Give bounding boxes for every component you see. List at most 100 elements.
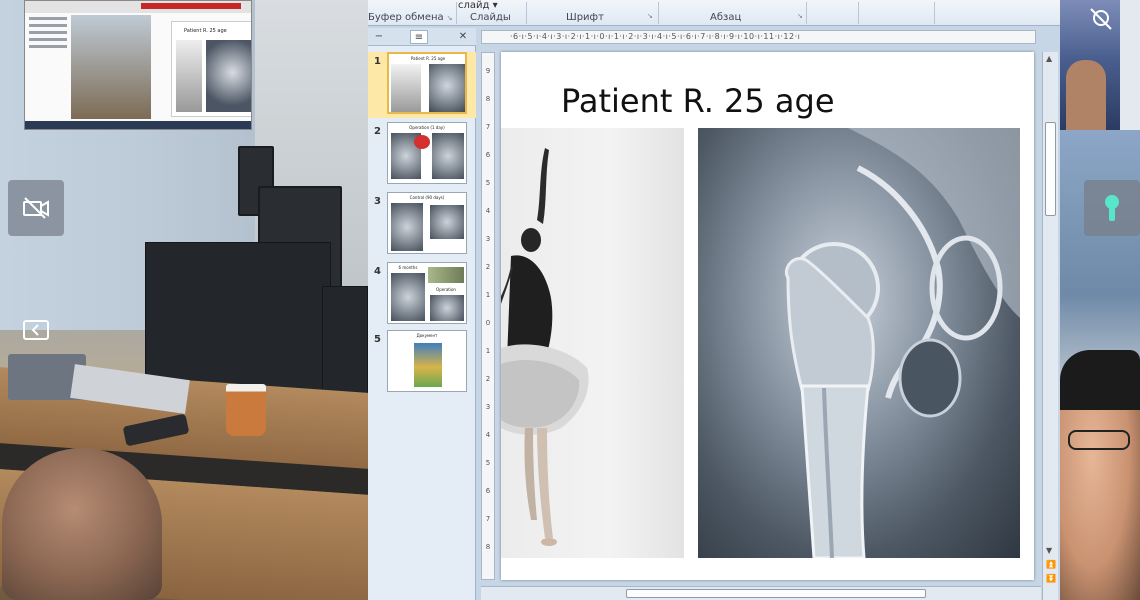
femur-xray-drawing xyxy=(785,128,1020,558)
slide-thumbnail-2[interactable]: 2 Operation (1 day) xyxy=(368,122,476,188)
scroll-down-icon[interactable]: ▼ xyxy=(1046,546,1052,555)
slide-preview-title: Patient R. 25 age xyxy=(410,56,446,61)
ribbon-separator xyxy=(456,2,457,24)
ribbon-slide-dropdown[interactable]: слайд ▾ xyxy=(458,0,498,11)
thumbnail-camera-view xyxy=(71,15,151,119)
vertical-ruler-mark: 8 xyxy=(485,95,491,103)
slide-thumbnail-5[interactable]: 5 Документ xyxy=(368,330,476,396)
computer-tower-2 xyxy=(322,286,368,396)
slides-panel: − ≡ ✕ 1 Patient R. 25 age 2 Operation (1… xyxy=(368,28,476,600)
outline-tab-icon[interactable]: ≡ xyxy=(410,30,428,44)
right-edge-strip xyxy=(1120,0,1140,130)
slide-number: 5 xyxy=(374,334,381,345)
panel-tabs: − ≡ ✕ xyxy=(368,28,476,46)
keyhole-icon xyxy=(1105,195,1119,221)
thumbnail-sidebar-lines xyxy=(29,17,67,52)
vertical-ruler-mark: 5 xyxy=(485,459,491,467)
thumbnail-slide: Patient R. 25 age xyxy=(171,21,251,117)
security-button[interactable] xyxy=(1084,180,1140,236)
ribbon-separator xyxy=(806,2,807,24)
horizontal-scrollbar[interactable] xyxy=(481,586,1041,600)
person-head xyxy=(2,448,162,600)
xray-thumbnail xyxy=(432,133,464,179)
slide-preview-caption: Operation xyxy=(436,287,456,292)
marker-icon xyxy=(414,135,430,149)
participant-arm xyxy=(1066,60,1106,130)
slides-tab-icon[interactable]: − xyxy=(370,30,388,44)
vertical-ruler-mark: 1 xyxy=(485,347,491,355)
vertical-ruler-mark: 6 xyxy=(485,487,491,495)
xray-thumbnail xyxy=(391,203,423,251)
slide-number: 4 xyxy=(374,266,381,277)
slide-canvas[interactable]: Patient R. 25 age xyxy=(501,52,1034,580)
slide-preview: Документ xyxy=(387,330,467,392)
ribbon-group-paragraph: Абзац xyxy=(710,12,742,23)
screen-share-thumbnail[interactable]: Patient R. 25 age xyxy=(24,0,252,130)
ribbon-separator xyxy=(858,2,859,24)
horizontal-scroll-thumb[interactable] xyxy=(626,589,926,598)
slide-title[interactable]: Patient R. 25 age xyxy=(561,82,835,120)
slide-preview: Operation (1 day) xyxy=(387,122,467,184)
dialog-launcher-icon[interactable]: ↘ xyxy=(447,14,453,22)
slide-preview: Patient R. 25 age xyxy=(387,52,467,114)
slide-preview-title: 6 months xyxy=(398,265,418,270)
vertical-ruler-mark: 0 xyxy=(485,319,491,327)
slide-thumbnail-4[interactable]: 4 6 months Operation xyxy=(368,262,476,328)
vertical-ruler-mark: 4 xyxy=(485,207,491,215)
vertical-ruler: 9 8 7 6 5 4 3 2 1 0 1 2 3 4 5 6 7 8 xyxy=(481,52,495,580)
horizontal-ruler-scale: ·6·ı·5·ı·4·ı·3·ı·2·ı·1·ı·0·ı·1·ı·2·ı·3·ı… xyxy=(510,32,801,41)
previous-slide-icon[interactable]: ⏫ xyxy=(1046,560,1056,569)
slide-preview-title: Документ xyxy=(416,333,438,338)
vertical-scroll-thumb[interactable] xyxy=(1045,122,1056,216)
horizontal-ruler: ·6·ı·5·ı·4·ı·3·ı·2·ı·1·ı·0·ı·1·ı·2·ı·3·ı… xyxy=(481,30,1036,44)
camera-off-button[interactable] xyxy=(8,180,64,236)
dialog-launcher-icon[interactable]: ↘ xyxy=(647,12,653,20)
next-slide-icon[interactable]: ⏬ xyxy=(1046,574,1056,583)
thumbnail-xray-image xyxy=(206,40,251,112)
ribbon-group-slides: Слайды xyxy=(470,12,511,23)
ribbon-separator xyxy=(526,2,527,24)
close-icon[interactable]: ✕ xyxy=(454,30,472,44)
ribbon-group-clipboard: Буфер обмена ↘ xyxy=(368,12,453,23)
dialog-launcher-icon[interactable]: ↘ xyxy=(797,12,803,20)
hip-xray-image[interactable] xyxy=(698,128,1020,558)
painting-thumbnail xyxy=(414,343,442,387)
thumbnail-red-banner xyxy=(141,3,241,9)
vertical-scrollbar[interactable]: ▲ ▼ ⏫ ⏬ xyxy=(1042,52,1058,600)
ribbon-separator xyxy=(658,2,659,24)
video-conference-screen: Patient R. 25 age слайд ▾ Буфер обмена ↘ … xyxy=(0,0,1140,600)
vertical-ruler-mark: 6 xyxy=(485,151,491,159)
vertical-ruler-mark: 5 xyxy=(485,179,491,187)
slide-thumbnail-3[interactable]: 3 Control (90 days) xyxy=(368,192,476,258)
ribbon-group-font: Шрифт xyxy=(566,12,604,23)
vertical-ruler-mark: 3 xyxy=(485,235,491,243)
dancer-silhouette xyxy=(501,148,589,546)
powerpoint-window: слайд ▾ Буфер обмена ↘ Слайды Шрифт ↘ Абз… xyxy=(368,0,1060,600)
slide-preview-title: Control (90 days) xyxy=(409,195,445,200)
thumbnail-dancer-image xyxy=(176,40,202,112)
collapse-left-icon xyxy=(23,320,49,340)
xray-thumbnail xyxy=(429,64,465,112)
scroll-up-icon[interactable]: ▲ xyxy=(1046,54,1052,63)
collapse-panel-button[interactable] xyxy=(8,302,64,358)
vertical-ruler-mark: 3 xyxy=(485,403,491,411)
participant-status-icon xyxy=(1090,8,1112,30)
vertical-ruler-mark: 7 xyxy=(485,123,491,131)
slide-number: 2 xyxy=(374,126,381,137)
xray-thumbnail xyxy=(430,205,464,239)
slide-thumbnail-1[interactable]: 1 Patient R. 25 age xyxy=(368,52,476,118)
thumbnail-slide-title: Patient R. 25 age xyxy=(184,28,227,34)
slide-preview: Control (90 days) xyxy=(387,192,467,254)
ribbon: слайд ▾ Буфер обмена ↘ Слайды Шрифт ↘ Абз… xyxy=(368,0,1060,26)
vertical-ruler-mark: 2 xyxy=(485,375,491,383)
ribbon-separator xyxy=(934,2,935,24)
slide-preview: 6 months Operation xyxy=(387,262,467,324)
vertical-ruler-mark: 4 xyxy=(485,431,491,439)
vertical-ruler-mark: 7 xyxy=(485,515,491,523)
participant-hair xyxy=(1060,350,1140,410)
vertical-ruler-mark: 9 xyxy=(485,67,491,75)
vertical-ruler-mark: 8 xyxy=(485,543,491,551)
dancer-image[interactable] xyxy=(501,128,684,558)
xray-thumbnail xyxy=(430,295,464,321)
vertical-ruler-mark: 2 xyxy=(485,263,491,271)
